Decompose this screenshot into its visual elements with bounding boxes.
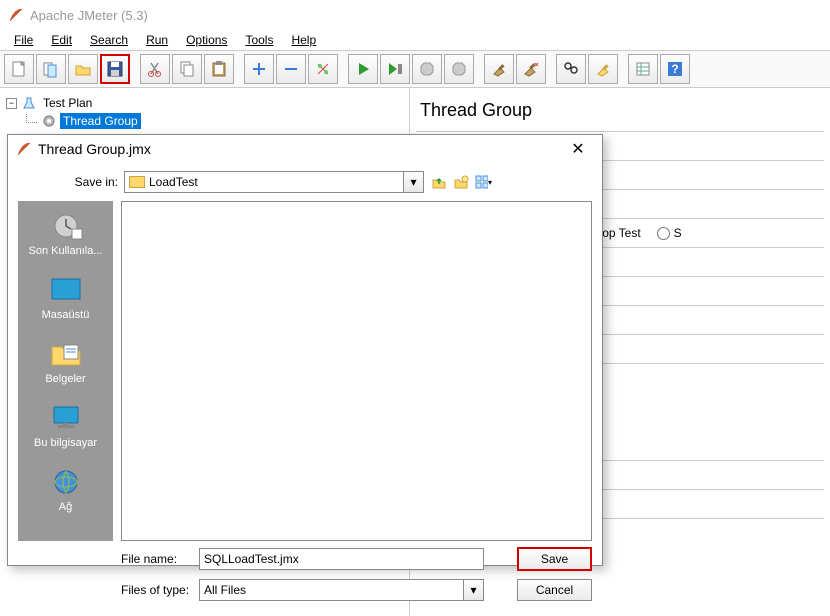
shutdown-button[interactable] bbox=[444, 54, 474, 84]
documents-icon bbox=[48, 339, 84, 369]
collapse-button[interactable] bbox=[276, 54, 306, 84]
menu-help[interactable]: Help bbox=[283, 31, 324, 49]
desktop-icon bbox=[48, 275, 84, 305]
up-folder-icon[interactable] bbox=[430, 173, 448, 191]
view-mode-icon[interactable]: ▾ bbox=[474, 173, 492, 191]
file-type-value: All Files bbox=[204, 583, 246, 597]
svg-text:?: ? bbox=[671, 62, 678, 76]
stop-button[interactable] bbox=[412, 54, 442, 84]
toolbar: ? bbox=[0, 50, 830, 88]
tree-child-row[interactable]: Thread Group bbox=[6, 112, 403, 130]
save-dialog: Thread Group.jmx ✕ Save in: LoadTest ▾ ▾… bbox=[7, 134, 603, 566]
start-no-timers-button[interactable] bbox=[380, 54, 410, 84]
dialog-title-bar: Thread Group.jmx ✕ bbox=[8, 135, 602, 163]
place-recent[interactable]: Son Kullanıla... bbox=[20, 211, 111, 257]
tree-root-row[interactable]: − Test Plan bbox=[6, 94, 403, 112]
menu-run[interactable]: Run bbox=[138, 31, 176, 49]
file-name-input[interactable] bbox=[199, 548, 484, 570]
search-tree-button[interactable] bbox=[556, 54, 586, 84]
save-in-label: Save in: bbox=[68, 175, 118, 189]
chevron-down-icon[interactable]: ▾ bbox=[403, 172, 423, 192]
file-type-combo[interactable]: All Files ▾ bbox=[199, 579, 484, 601]
menu-tools[interactable]: Tools bbox=[237, 31, 281, 49]
computer-icon bbox=[48, 403, 84, 433]
help-button[interactable]: ? bbox=[660, 54, 690, 84]
save-button[interactable] bbox=[100, 54, 130, 84]
new-folder-icon[interactable] bbox=[452, 173, 470, 191]
cancel-button[interactable]: Cancel bbox=[517, 579, 592, 601]
window-title: Apache JMeter (5.3) bbox=[30, 8, 148, 23]
reset-search-button[interactable] bbox=[588, 54, 618, 84]
function-helper-button[interactable] bbox=[628, 54, 658, 84]
templates-button[interactable] bbox=[36, 54, 66, 84]
tree-root-label: Test Plan bbox=[40, 95, 95, 111]
start-button[interactable] bbox=[348, 54, 378, 84]
file-list-area[interactable] bbox=[121, 201, 592, 541]
places-bar: Son Kullanıla... Masaüstü Belgeler Bu bi… bbox=[18, 201, 113, 541]
jmeter-feather-icon bbox=[16, 141, 32, 157]
dialog-close-button[interactable]: ✕ bbox=[562, 135, 594, 163]
radio-stop-now[interactable]: S bbox=[657, 226, 682, 240]
place-desktop[interactable]: Masaüstü bbox=[20, 275, 111, 321]
file-type-label: Files of type: bbox=[121, 583, 191, 597]
paste-button[interactable] bbox=[204, 54, 234, 84]
beaker-icon bbox=[21, 95, 37, 111]
menu-search[interactable]: Search bbox=[82, 31, 136, 49]
chevron-down-icon[interactable]: ▾ bbox=[463, 580, 483, 600]
clear-button[interactable] bbox=[484, 54, 514, 84]
tree-child-label: Thread Group bbox=[60, 113, 141, 129]
open-button[interactable] bbox=[68, 54, 98, 84]
jmeter-feather-icon bbox=[8, 7, 24, 23]
panel-title: Thread Group bbox=[420, 100, 820, 121]
file-name-label: File name: bbox=[121, 552, 191, 566]
menu-edit[interactable]: Edit bbox=[43, 31, 80, 49]
recent-icon bbox=[48, 211, 84, 241]
gear-icon bbox=[41, 113, 57, 129]
menu-bar: File Edit Search Run Options Tools Help bbox=[0, 30, 830, 50]
new-button[interactable] bbox=[4, 54, 34, 84]
save-confirm-button[interactable]: Save bbox=[517, 547, 592, 571]
tree-collapse-icon[interactable]: − bbox=[6, 98, 17, 109]
folder-icon bbox=[129, 176, 145, 188]
window-title-bar: Apache JMeter (5.3) bbox=[0, 0, 830, 30]
cut-button[interactable] bbox=[140, 54, 170, 84]
dialog-title: Thread Group.jmx bbox=[38, 141, 562, 157]
save-in-combo[interactable]: LoadTest ▾ bbox=[124, 171, 424, 193]
toggle-button[interactable] bbox=[308, 54, 338, 84]
menu-file[interactable]: File bbox=[6, 31, 41, 49]
network-icon bbox=[48, 467, 84, 497]
place-computer[interactable]: Bu bilgisayar bbox=[20, 403, 111, 449]
place-network[interactable]: Ağ bbox=[20, 467, 111, 513]
place-documents[interactable]: Belgeler bbox=[20, 339, 111, 385]
menu-options[interactable]: Options bbox=[178, 31, 235, 49]
expand-button[interactable] bbox=[244, 54, 274, 84]
save-in-value: LoadTest bbox=[149, 175, 198, 189]
clear-all-button[interactable] bbox=[516, 54, 546, 84]
copy-button[interactable] bbox=[172, 54, 202, 84]
